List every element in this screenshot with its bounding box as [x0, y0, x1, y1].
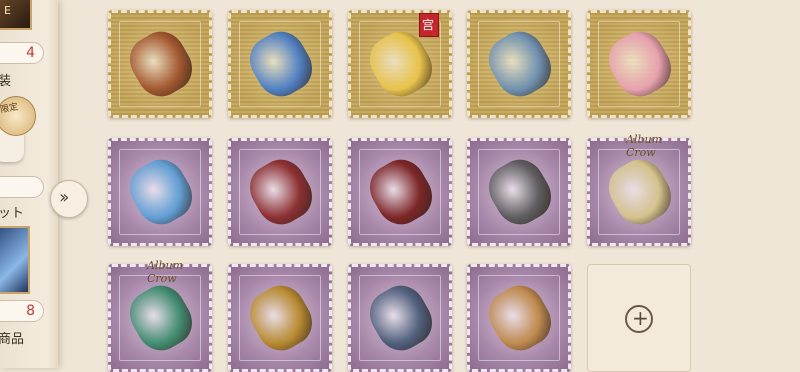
pill-mid	[0, 176, 44, 198]
item-slot[interactable]: 宫	[348, 10, 452, 118]
count-pill-top: 4	[0, 42, 44, 64]
add-slot-button[interactable]: +	[587, 264, 691, 372]
item-slot[interactable]	[587, 10, 691, 118]
signature-label: Album Crow	[147, 259, 184, 285]
item-slot[interactable]	[348, 138, 452, 246]
item-slot[interactable]	[108, 138, 212, 246]
expand-panel-button[interactable]: ››	[50, 180, 88, 218]
sidebar-text-3: 商品	[0, 332, 25, 347]
count-top: 4	[26, 45, 35, 61]
thumbnail-image[interactable]	[0, 226, 30, 294]
limited-badge-label: 限定	[0, 102, 20, 116]
left-panel: E 4 装 限定 ット 8 商品	[0, 0, 58, 368]
count-bottom: 8	[26, 303, 35, 319]
item-slot[interactable]	[228, 10, 332, 118]
item-slot[interactable]	[467, 264, 571, 372]
item-slot[interactable]	[228, 138, 332, 246]
limited-badge: 限定	[0, 96, 36, 136]
count-pill-bottom: 8	[0, 300, 44, 322]
double-chevron-right-icon: ››	[59, 187, 70, 208]
sidebar-text-2: ット	[0, 206, 25, 221]
signature-label: Album Crow	[626, 133, 663, 159]
avatar-frame[interactable]: E	[0, 0, 32, 30]
plus-icon: +	[625, 305, 653, 333]
sidebar-text-1: 装	[0, 74, 12, 89]
item-slot[interactable]	[348, 264, 452, 372]
red-seal-icon: 宫	[419, 13, 439, 37]
corner-label: E	[4, 4, 11, 17]
item-slot[interactable]	[108, 10, 212, 118]
item-slot[interactable]	[467, 10, 571, 118]
item-slot[interactable]: Album Crow	[587, 133, 691, 246]
item-slot[interactable]	[228, 264, 332, 372]
item-slot[interactable]	[467, 138, 571, 246]
item-slot[interactable]: Album Crow	[108, 259, 212, 372]
